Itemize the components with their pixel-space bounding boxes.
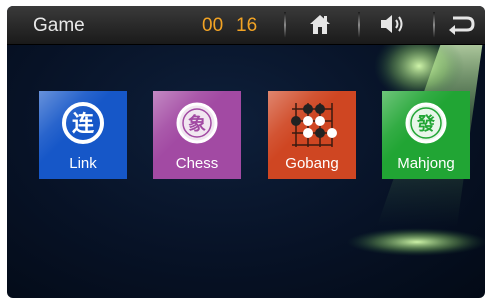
game-tile-chess[interactable]: 象 Chess (153, 91, 241, 179)
game-label: Chess (175, 155, 219, 172)
game-label: Gobang (285, 155, 339, 172)
page-title: Game (33, 15, 85, 36)
clock-hours: 00 (202, 15, 224, 36)
top-bar: Game 00 16 (7, 6, 485, 45)
volume-icon[interactable] (378, 11, 408, 37)
svg-text:發: 發 (416, 113, 436, 135)
divider (358, 12, 360, 38)
mahjong-emblem-icon: 發 (405, 102, 447, 144)
back-icon[interactable] (447, 11, 477, 37)
game-label: Link (69, 155, 97, 172)
game-tile-link[interactable]: 连 Link (39, 91, 127, 179)
game-label: Mahjong (397, 155, 455, 172)
clock-minutes: 16 (236, 15, 258, 36)
gobang-board-icon (291, 103, 337, 147)
game-tile-gobang[interactable]: Gobang (268, 91, 356, 179)
divider (433, 12, 435, 38)
chess-emblem-icon: 象 (176, 102, 218, 144)
svg-text:象: 象 (188, 113, 206, 135)
svg-text:连: 连 (72, 111, 95, 137)
game-screen: Game 00 16 连 Link 象 Chess Gobang 發 Mahjo… (7, 6, 485, 298)
game-tile-mahjong[interactable]: 發 Mahjong (382, 91, 470, 179)
link-emblem-icon: 连 (62, 102, 104, 144)
divider (284, 12, 286, 38)
home-icon[interactable] (307, 11, 333, 37)
